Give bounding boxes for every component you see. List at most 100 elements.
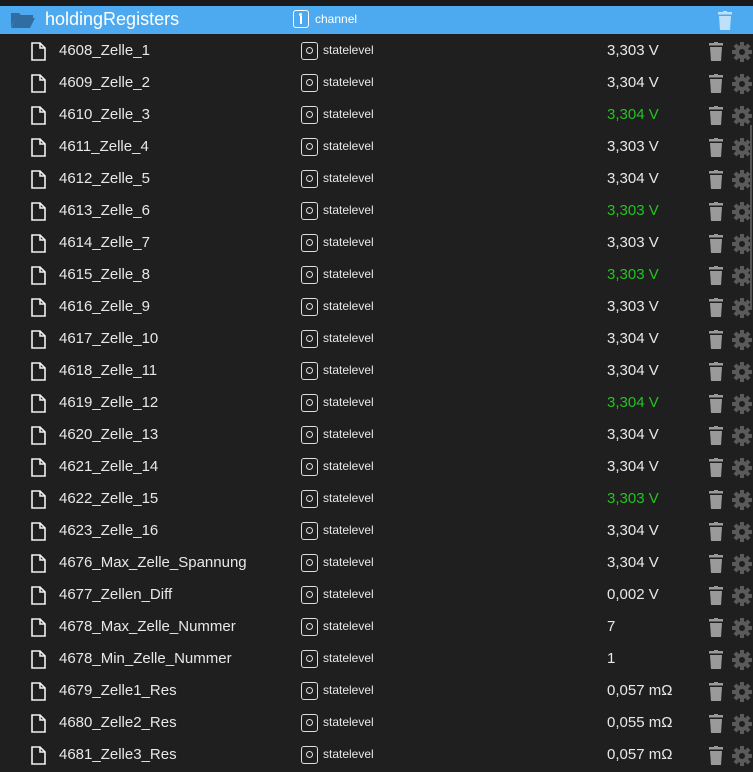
state-row[interactable]: 4621_Zelle_14 statelevel 3,304 V: [0, 451, 753, 483]
gear-icon[interactable]: [731, 585, 753, 612]
delete-icon[interactable]: [709, 266, 723, 290]
gear-icon[interactable]: [731, 745, 753, 772]
delete-icon[interactable]: [709, 42, 723, 66]
delete-icon[interactable]: [709, 106, 723, 130]
state-row[interactable]: 4614_Zelle_7 statelevel 3,303 V: [0, 227, 753, 259]
state-row[interactable]: 4609_Zelle_2 statelevel 3,304 V: [0, 67, 753, 99]
state-row[interactable]: 4612_Zelle_5 statelevel 3,304 V: [0, 163, 753, 195]
delete-channel-icon[interactable]: [718, 11, 732, 35]
state-icon: [301, 746, 318, 764]
state-row[interactable]: 4611_Zelle_4 statelevel 3,303 V: [0, 131, 753, 163]
gear-icon[interactable]: [731, 713, 753, 740]
state-row[interactable]: 4618_Zelle_11 statelevel 3,304 V: [0, 355, 753, 387]
gear-icon[interactable]: [731, 425, 753, 452]
state-row[interactable]: 4615_Zelle_8 statelevel 3,303 V: [0, 259, 753, 291]
delete-icon[interactable]: [709, 170, 723, 194]
channel-row-holdingregisters[interactable]: holdingRegisters channel: [0, 6, 753, 34]
state-value[interactable]: 3,304 V: [607, 106, 659, 123]
delete-icon[interactable]: [709, 458, 723, 482]
delete-icon[interactable]: [709, 362, 723, 386]
delete-icon[interactable]: [709, 298, 723, 322]
state-row[interactable]: 4679_Zelle1_Res statelevel 0,057 mΩ: [0, 675, 753, 707]
delete-icon[interactable]: [709, 394, 723, 418]
gear-icon[interactable]: [731, 681, 753, 708]
gear-icon[interactable]: [731, 649, 753, 676]
delete-icon[interactable]: [709, 682, 723, 706]
gear-icon[interactable]: [731, 329, 753, 356]
delete-icon[interactable]: [709, 234, 723, 258]
state-icon: [301, 458, 318, 476]
state-type: statelevel: [323, 619, 374, 633]
delete-icon[interactable]: [709, 426, 723, 450]
state-value[interactable]: 0,055 mΩ: [607, 714, 672, 731]
state-value[interactable]: 3,303 V: [607, 234, 659, 251]
state-type: statelevel: [323, 491, 374, 505]
state-row[interactable]: 4623_Zelle_16 statelevel 3,304 V: [0, 515, 753, 547]
state-value[interactable]: 3,304 V: [607, 170, 659, 187]
state-row[interactable]: 4619_Zelle_12 statelevel 3,304 V: [0, 387, 753, 419]
state-value[interactable]: 3,303 V: [607, 138, 659, 155]
file-icon: [31, 106, 46, 130]
state-icon: [301, 682, 318, 700]
gear-icon[interactable]: [731, 553, 753, 580]
state-value[interactable]: 7: [607, 618, 615, 635]
state-type: statelevel: [323, 683, 374, 697]
state-value[interactable]: 3,303 V: [607, 490, 659, 507]
state-value[interactable]: 0,002 V: [607, 586, 659, 603]
gear-icon[interactable]: [731, 361, 753, 388]
state-value[interactable]: 3,304 V: [607, 74, 659, 91]
delete-icon[interactable]: [709, 202, 723, 226]
delete-icon[interactable]: [709, 330, 723, 354]
state-row[interactable]: 4681_Zelle3_Res statelevel 0,057 mΩ: [0, 739, 753, 771]
state-type: statelevel: [323, 395, 374, 409]
file-icon: [31, 682, 46, 706]
state-row[interactable]: 4616_Zelle_9 statelevel 3,303 V: [0, 291, 753, 323]
state-row[interactable]: 4610_Zelle_3 statelevel 3,304 V: [0, 99, 753, 131]
gear-icon[interactable]: [731, 73, 753, 100]
state-value[interactable]: 3,304 V: [607, 522, 659, 539]
state-value[interactable]: 1: [607, 650, 615, 667]
state-value[interactable]: 3,304 V: [607, 362, 659, 379]
state-value[interactable]: 3,304 V: [607, 330, 659, 347]
gear-icon[interactable]: [731, 521, 753, 548]
state-row[interactable]: 4622_Zelle_15 statelevel 3,303 V: [0, 483, 753, 515]
state-value[interactable]: 3,303 V: [607, 42, 659, 59]
state-value[interactable]: 3,303 V: [607, 266, 659, 283]
state-row[interactable]: 4676_Max_Zelle_Spannung statelevel 3,304…: [0, 547, 753, 579]
folder-open-icon[interactable]: [10, 11, 36, 34]
state-name: 4610_Zelle_3: [59, 106, 150, 123]
state-value[interactable]: 3,303 V: [607, 202, 659, 219]
gear-icon[interactable]: [731, 489, 753, 516]
state-row[interactable]: 4677_Zellen_Diff statelevel 0,002 V: [0, 579, 753, 611]
delete-icon[interactable]: [709, 746, 723, 770]
state-value[interactable]: 3,304 V: [607, 426, 659, 443]
gear-icon[interactable]: [731, 617, 753, 644]
delete-icon[interactable]: [709, 490, 723, 514]
delete-icon[interactable]: [709, 618, 723, 642]
gear-icon[interactable]: [731, 393, 753, 420]
state-row[interactable]: 4617_Zelle_10 statelevel 3,304 V: [0, 323, 753, 355]
state-value[interactable]: 3,304 V: [607, 458, 659, 475]
state-row[interactable]: 4680_Zelle2_Res statelevel 0,055 mΩ: [0, 707, 753, 739]
delete-icon[interactable]: [709, 74, 723, 98]
gear-icon[interactable]: [731, 457, 753, 484]
state-row[interactable]: 4620_Zelle_13 statelevel 3,304 V: [0, 419, 753, 451]
delete-icon[interactable]: [709, 650, 723, 674]
delete-icon[interactable]: [709, 586, 723, 610]
state-row[interactable]: 4613_Zelle_6 statelevel 3,303 V: [0, 195, 753, 227]
state-row[interactable]: 4678_Max_Zelle_Nummer statelevel 7: [0, 611, 753, 643]
state-value[interactable]: 3,304 V: [607, 394, 659, 411]
state-value[interactable]: 3,303 V: [607, 298, 659, 315]
state-icon: [301, 714, 318, 732]
delete-icon[interactable]: [709, 522, 723, 546]
gear-icon[interactable]: [731, 41, 753, 68]
delete-icon[interactable]: [709, 554, 723, 578]
delete-icon[interactable]: [709, 714, 723, 738]
file-icon: [31, 618, 46, 642]
state-row[interactable]: 4608_Zelle_1 statelevel 3,303 V: [0, 35, 753, 67]
state-value[interactable]: 0,057 mΩ: [607, 682, 672, 699]
delete-icon[interactable]: [709, 138, 723, 162]
scrollbar[interactable]: [750, 125, 752, 310]
state-value[interactable]: 3,304 V: [607, 554, 659, 571]
state-row[interactable]: 4678_Min_Zelle_Nummer statelevel 1: [0, 643, 753, 675]
